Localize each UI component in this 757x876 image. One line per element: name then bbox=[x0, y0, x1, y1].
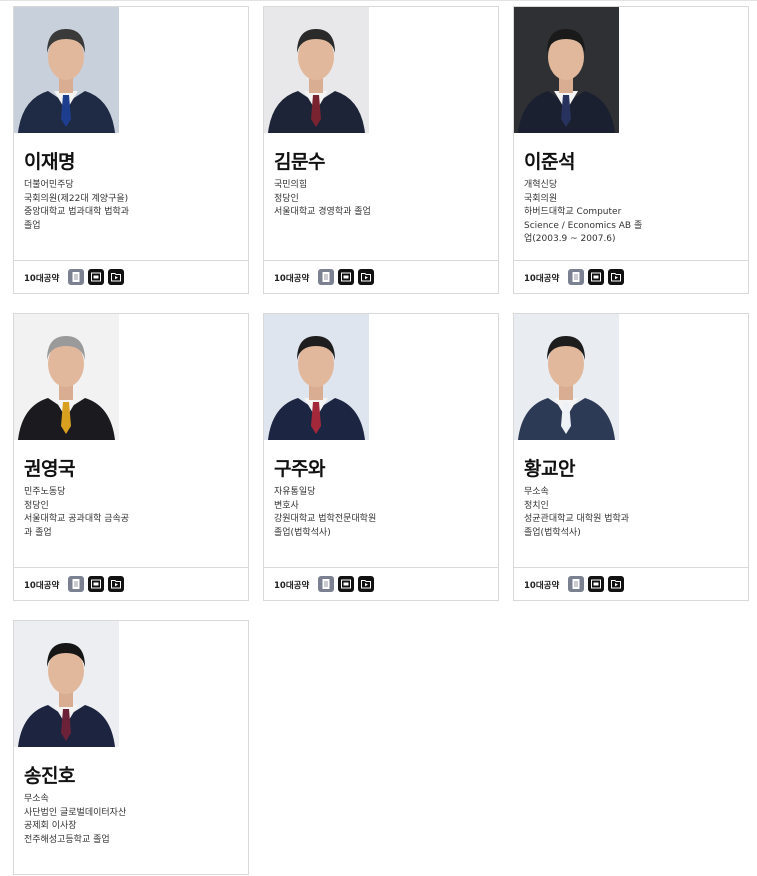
document-icon[interactable] bbox=[568, 576, 584, 592]
pdf-icon[interactable] bbox=[88, 576, 104, 592]
candidate-info: 자유통일당 변호사 강원대학교 법학전문대학원 졸업(법학석사) bbox=[274, 486, 492, 540]
info-line: 강원대학교 법학전문대학원 bbox=[274, 514, 377, 524]
candidate-photo bbox=[264, 314, 369, 440]
pdf-icon[interactable] bbox=[88, 269, 104, 285]
candidate-name: 이재명 bbox=[24, 151, 75, 173]
pdf-icon[interactable] bbox=[588, 269, 604, 285]
info-line: 무소속 bbox=[524, 487, 549, 497]
document-icon[interactable] bbox=[318, 576, 334, 592]
candidate-card: 구주와 자유통일당 변호사 강원대학교 법학전문대학원 졸업(법학석사) 10대… bbox=[263, 313, 499, 601]
candidate-photo bbox=[514, 314, 619, 440]
candidate-card: 이재명 더불어민주당 국회의원(제22대 계양구을) 중앙대학교 법과대학 법학… bbox=[13, 6, 249, 294]
info-line: 공제회 이사장 bbox=[24, 821, 77, 831]
info-line: 개혁신당 bbox=[524, 180, 558, 190]
pdf-icon[interactable] bbox=[338, 269, 354, 285]
pledge-label: 10대공약 bbox=[524, 274, 560, 284]
candidate-card: 송진호 무소속 사단법인 글로벌데이터자산 공제회 이사장 전주해성고등학교 졸… bbox=[13, 620, 249, 875]
candidate-name: 구주와 bbox=[274, 458, 325, 480]
portrait-graphic bbox=[514, 7, 619, 133]
candidate-card: 이준석 개혁신당 국회의원 하버드대학교 Computer Science / … bbox=[513, 6, 749, 294]
video-icon[interactable] bbox=[358, 576, 374, 592]
candidate-info: 민주노동당 정당인 서울대학교 공과대학 금속공 과 졸업 bbox=[24, 486, 242, 540]
pledge-label: 10대공약 bbox=[524, 581, 560, 591]
portrait-graphic bbox=[14, 314, 119, 440]
pledge-footer: 10대공약 bbox=[264, 567, 498, 600]
pdf-icon[interactable] bbox=[588, 576, 604, 592]
candidate-photo bbox=[14, 314, 119, 440]
info-line: 더불어민주당 bbox=[24, 180, 74, 190]
pdf-icon[interactable] bbox=[338, 576, 354, 592]
info-line: 중앙대학교 법과대학 법학과 bbox=[24, 207, 130, 217]
candidate-card: 황교안 무소속 정치인 성균관대학교 대학원 법학과 졸업(법학석사) 10대공… bbox=[513, 313, 749, 601]
info-line: Science / Economics AB 졸 bbox=[524, 220, 643, 231]
info-line: 국회의원 bbox=[524, 193, 558, 204]
info-line: 서울대학교 경영학과 졸업 bbox=[274, 207, 371, 217]
candidate-card: 권영국 민주노동당 정당인 서울대학교 공과대학 금속공 과 졸업 10대공약 bbox=[13, 313, 249, 601]
candidate-photo bbox=[14, 621, 119, 747]
document-icon[interactable] bbox=[318, 269, 334, 285]
video-icon[interactable] bbox=[608, 576, 624, 592]
pledge-footer: 10대공약 bbox=[514, 567, 748, 600]
pledge-label: 10대공약 bbox=[24, 581, 60, 591]
candidate-name: 황교안 bbox=[524, 458, 575, 480]
info-line: 과 졸업 bbox=[24, 527, 52, 538]
video-icon[interactable] bbox=[358, 269, 374, 285]
pledge-label: 10대공약 bbox=[24, 274, 60, 284]
candidate-info: 국민의힘 정당인 서울대학교 경영학과 졸업 bbox=[274, 179, 492, 220]
info-line: 하버드대학교 Computer bbox=[524, 207, 622, 217]
candidate-info: 무소속 사단법인 글로벌데이터자산 공제회 이사장 전주해성고등학교 졸업 bbox=[24, 793, 242, 847]
candidate-photo bbox=[264, 7, 369, 133]
info-line: 서울대학교 공과대학 금속공 bbox=[24, 514, 130, 524]
info-line: 정당인 bbox=[24, 500, 49, 511]
document-icon[interactable] bbox=[68, 576, 84, 592]
info-line: 정당인 bbox=[274, 193, 299, 204]
pledge-label: 10대공약 bbox=[274, 581, 310, 591]
portrait-graphic bbox=[14, 7, 119, 133]
candidate-info: 더불어민주당 국회의원(제22대 계양구을) 중앙대학교 법과대학 법학과 졸업 bbox=[24, 179, 242, 233]
pledge-footer: 10대공약 bbox=[514, 260, 748, 293]
info-line: 민주노동당 bbox=[24, 487, 66, 497]
candidate-photo bbox=[14, 7, 119, 133]
candidate-info: 무소속 정치인 성균관대학교 대학원 법학과 졸업(법학석사) bbox=[524, 486, 742, 540]
info-line: 성균관대학교 대학원 법학과 bbox=[524, 514, 630, 524]
info-line: 졸업 bbox=[24, 220, 41, 231]
pledge-footer: 10대공약 bbox=[264, 260, 498, 293]
candidate-name: 송진호 bbox=[24, 765, 75, 787]
candidate-name: 김문수 bbox=[274, 151, 325, 173]
candidate-photo bbox=[514, 7, 619, 133]
info-line: 자유통일당 bbox=[274, 487, 316, 497]
pledge-label: 10대공약 bbox=[274, 274, 310, 284]
info-line: 변호사 bbox=[274, 500, 299, 511]
top-divider bbox=[0, 0, 757, 1]
candidate-card: 김문수 국민의힘 정당인 서울대학교 경영학과 졸업 10대공약 bbox=[263, 6, 499, 294]
portrait-graphic bbox=[514, 314, 619, 440]
pledge-footer: 10대공약 bbox=[14, 260, 248, 293]
candidate-info: 개혁신당 국회의원 하버드대학교 Computer Science / Econ… bbox=[524, 179, 742, 247]
portrait-graphic bbox=[14, 621, 119, 747]
info-line: 정치인 bbox=[524, 500, 549, 511]
info-line: 졸업(법학석사) bbox=[524, 527, 581, 538]
info-line: 무소속 bbox=[24, 794, 49, 804]
video-icon[interactable] bbox=[608, 269, 624, 285]
info-line: 국회의원(제22대 계양구을) bbox=[24, 193, 129, 204]
document-icon[interactable] bbox=[68, 269, 84, 285]
candidate-name: 권영국 bbox=[24, 458, 75, 480]
portrait-graphic bbox=[264, 314, 369, 440]
video-icon[interactable] bbox=[108, 576, 124, 592]
info-line: 졸업(법학석사) bbox=[274, 527, 331, 538]
info-line: 국민의힘 bbox=[274, 180, 308, 190]
video-icon[interactable] bbox=[108, 269, 124, 285]
info-line: 사단법인 글로벌데이터자산 bbox=[24, 807, 127, 818]
info-line: 전주해성고등학교 졸업 bbox=[24, 834, 110, 845]
candidate-name: 이준석 bbox=[524, 151, 575, 173]
document-icon[interactable] bbox=[568, 269, 584, 285]
pledge-footer: 10대공약 bbox=[14, 567, 248, 600]
info-line: 업(2003.9 ~ 2007.6) bbox=[524, 234, 616, 244]
portrait-graphic bbox=[264, 7, 369, 133]
